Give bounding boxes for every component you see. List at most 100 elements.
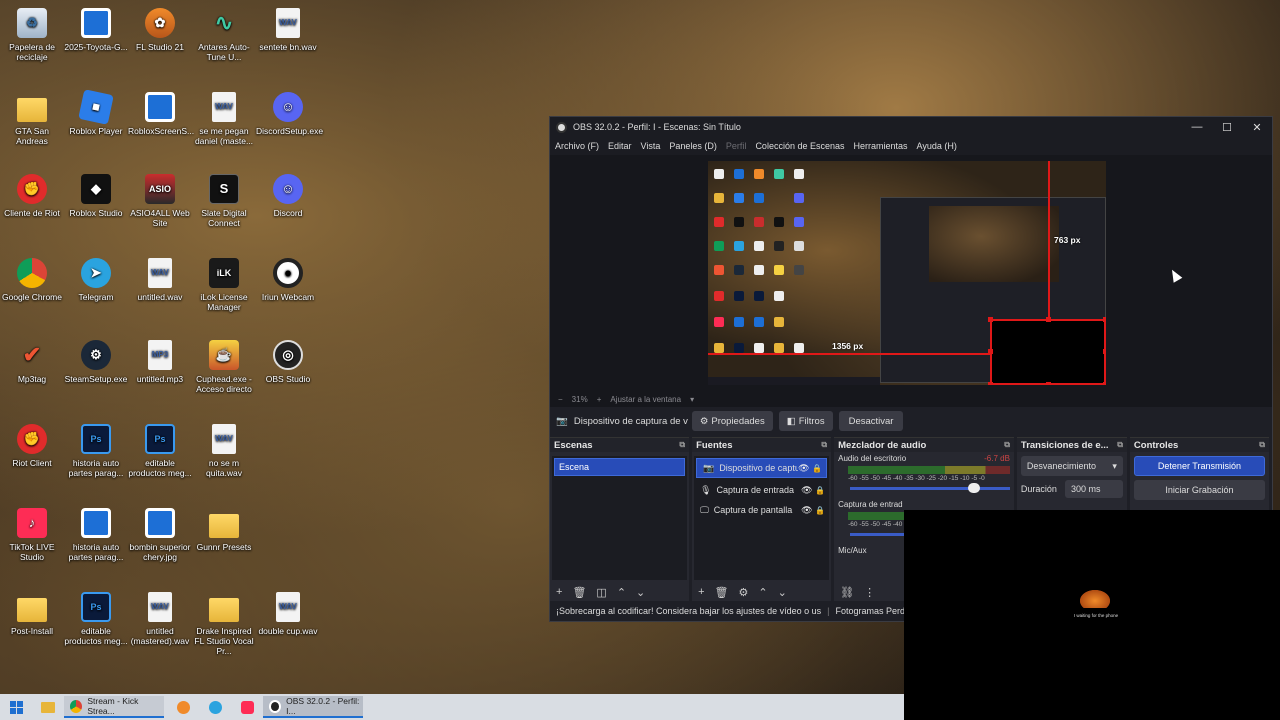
eye-icon[interactable]: 👁 (801, 505, 815, 516)
trash-icon[interactable]: 🗑 (572, 586, 586, 599)
taskbar-obs-task[interactable]: OBS 32.0.2 - Perfil: I... (263, 696, 363, 718)
source-item[interactable]: 📷 Dispositivo de captu 👁 🔒 (696, 458, 828, 478)
desktop-icon-toyota[interactable]: 2025-Toyota-G... (64, 8, 128, 52)
desktop-icon-sentete[interactable]: WAV sentete bn.wav (256, 8, 320, 52)
desktop-icon-discord[interactable]: ☺ Discord (256, 174, 320, 218)
desktop-icon-untitled-wav[interactable]: WAV untitled.wav (128, 258, 192, 302)
menu-vista[interactable]: Vista (641, 141, 661, 151)
start-button[interactable] (0, 694, 32, 720)
resize-handle[interactable] (988, 349, 993, 354)
desktop-icon-historia-psd[interactable]: Ps historia auto partes parag... (64, 424, 128, 478)
taskbar-tiktok[interactable] (231, 694, 263, 720)
desktop-icon-bombin[interactable]: bombin superior chery.jpg (128, 508, 192, 562)
desktop-icon-iriun[interactable]: ● Iriun Webcam (256, 258, 320, 302)
undock-icon[interactable]: ⧉ (1004, 440, 1010, 450)
resize-handle[interactable] (1046, 382, 1051, 385)
fit-to-window-button[interactable]: Ajustar a la ventana (610, 395, 681, 404)
more-icon[interactable]: ⋮ (864, 586, 875, 599)
desktop-icon-untitled-mp3[interactable]: MP3 untitled.mp3 (128, 340, 192, 384)
taskbar-telegram[interactable] (199, 694, 231, 720)
minimize-icon[interactable]: — (1182, 121, 1212, 133)
desktop-icon-obs[interactable]: ◎ OBS Studio (256, 340, 320, 384)
filter-icon[interactable]: ◫ (596, 586, 606, 599)
undock-icon[interactable]: ⧉ (821, 440, 827, 450)
move-down-icon[interactable]: ⌄ (778, 586, 787, 599)
eye-icon[interactable]: 👁 (801, 485, 815, 496)
properties-button[interactable]: ⚙ Propiedades (691, 411, 773, 431)
obs-titlebar[interactable]: OBS 32.0.2 - Perfil: I - Escenas: Sin Tí… (550, 117, 1272, 137)
resize-handle[interactable] (988, 382, 993, 385)
stop-streaming-button[interactable]: Detener Transmisión (1133, 456, 1265, 476)
move-down-icon[interactable]: ⌄ (636, 586, 645, 599)
desktop-icon-gunnr-presets[interactable]: Gunnr Presets (192, 508, 256, 552)
desktop-icon-untitled-mastered[interactable]: WAV untitled (mastered).wav (128, 592, 192, 646)
desktop-icon-discord-setup[interactable]: ☺ DiscordSetup.exe (256, 92, 323, 136)
menu-coleccion-escenas[interactable]: Colección de Escenas (755, 141, 844, 151)
resize-handle[interactable] (1103, 349, 1106, 354)
desktop-icon-roblox-studio[interactable]: ◆ Roblox Studio (64, 174, 128, 218)
desktop-icon-drake[interactable]: Drake Inspired FL Studio Vocal Pr... (192, 592, 256, 656)
desktop-icon-se-me-pegan[interactable]: WAV se me pegan daniel (maste... (192, 92, 256, 146)
desktop-icon-editable-psd-2[interactable]: Ps editable productos meg... (64, 592, 128, 646)
desktop-icon-riot[interactable]: ✊ Cliente de Riot (0, 174, 64, 218)
lock-icon[interactable]: 🔒 (815, 506, 829, 515)
gear-icon[interactable]: ⚙ (738, 586, 748, 599)
move-up-icon[interactable]: ⌃ (617, 586, 626, 599)
desktop-icon-roblox-screenshot[interactable]: RobloxScreenS... (128, 92, 194, 136)
menu-ayuda[interactable]: Ayuda (H) (917, 141, 957, 151)
desktop-icon-fl-studio[interactable]: ✿ FL Studio 21 (128, 8, 192, 52)
desktop-icon-asio[interactable]: ASIO ASIO4ALL Web Site (128, 174, 192, 228)
resize-handle[interactable] (1103, 382, 1106, 385)
zoom-dropdown-icon[interactable]: ▾ (690, 395, 694, 404)
desktop-icon-riot-client[interactable]: ✊ Riot Client (0, 424, 64, 468)
start-recording-button[interactable]: Iniciar Grabación (1133, 480, 1265, 500)
source-item[interactable]: 🖵 Captura de pantalla 👁 🔒 (694, 500, 829, 520)
menu-editar[interactable]: Editar (608, 141, 632, 151)
undock-icon[interactable]: ⧉ (1117, 440, 1123, 450)
preview-area[interactable]: 763 px 1356 px (550, 155, 1272, 391)
link-icon[interactable]: ⛓ (840, 586, 854, 599)
desktop-icon-ilok[interactable]: iLK iLok License Manager (192, 258, 256, 312)
deactivate-button[interactable]: Desactivar (838, 411, 904, 431)
zoom-out-button[interactable]: − (558, 395, 563, 404)
taskbar-file-explorer[interactable] (32, 694, 64, 720)
eye-icon[interactable]: 👁 (798, 463, 812, 474)
move-up-icon[interactable]: ⌃ (758, 586, 767, 599)
scene-item[interactable]: Escena (554, 458, 686, 476)
duration-input[interactable]: 300 ms (1064, 480, 1123, 498)
menu-perfil[interactable]: Perfil (726, 141, 747, 151)
lock-icon[interactable]: 🔒 (812, 464, 826, 473)
desktop-icon-slate[interactable]: S Slate Digital Connect (192, 174, 256, 228)
trash-icon[interactable]: 🗑 (715, 586, 729, 599)
selected-source-box[interactable] (988, 317, 1106, 385)
desktop-icon-tiktok[interactable]: ♪ TikTok LIVE Studio (0, 508, 64, 562)
desktop-icon-mp3tag[interactable]: ✔ Mp3tag (0, 340, 64, 385)
menu-paneles[interactable]: Paneles (D) (669, 141, 717, 151)
desktop-icon-historia-img[interactable]: historia auto partes parag... (64, 508, 128, 562)
preview-canvas[interactable]: 763 px 1356 px (708, 161, 1106, 385)
lock-icon[interactable]: 🔒 (815, 486, 829, 495)
desktop-icon-steam[interactable]: ⚙ SteamSetup.exe (64, 340, 128, 384)
maximize-icon[interactable]: ☐ (1212, 121, 1242, 134)
slider-knob[interactable] (967, 483, 980, 493)
desktop-icon-antares[interactable]: ∿ Antares Auto-Tune U... (192, 8, 256, 63)
desktop-icon-post-install[interactable]: Post-Install (0, 592, 64, 636)
zoom-in-button[interactable]: + (597, 395, 602, 404)
desktop-icon-double-cup[interactable]: WAV double cup.wav (256, 592, 320, 636)
desktop-icon-gta[interactable]: GTA San Andreas (0, 92, 64, 146)
volume-slider[interactable] (850, 483, 1010, 493)
desktop-icon-recycle-bin[interactable]: ♻ Papelera de reciclaje (0, 8, 64, 62)
undock-icon[interactable]: ⧉ (679, 440, 685, 450)
transition-select[interactable]: Desvanecimiento ▾ (1020, 456, 1123, 476)
taskbar-chrome-task[interactable]: Stream - Kick Strea... (64, 696, 164, 718)
menu-archivo[interactable]: Archivo (F) (555, 141, 599, 151)
resize-handle[interactable] (1103, 317, 1106, 322)
close-icon[interactable]: ✕ (1242, 121, 1272, 134)
undock-icon[interactable]: ⧉ (1259, 440, 1265, 450)
resize-handle[interactable] (1046, 317, 1051, 322)
add-icon[interactable]: + (556, 586, 562, 598)
desktop-icon-cuphead[interactable]: ☕ Cuphead.exe - Acceso directo (192, 340, 256, 394)
filters-button[interactable]: ◧ Filtros (778, 411, 833, 431)
desktop-icon-telegram[interactable]: ➤ Telegram (64, 258, 128, 302)
source-item[interactable]: 🎙 Captura de entrada 👁 🔒 (694, 480, 829, 500)
